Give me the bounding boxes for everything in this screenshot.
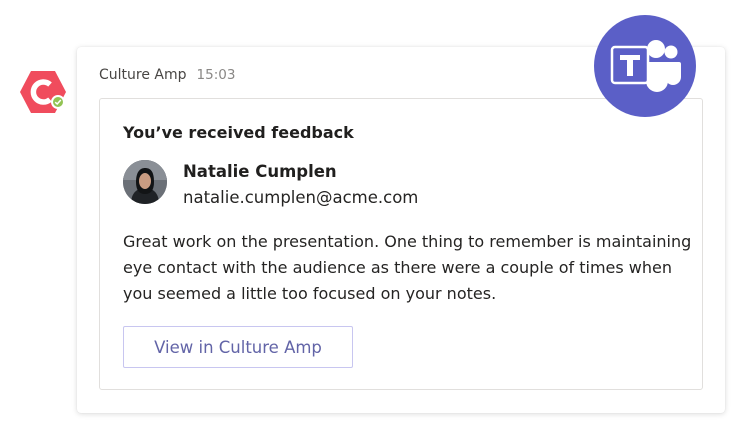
person-name: Natalie Cumplen <box>183 162 337 181</box>
message-timestamp: 15:03 <box>196 67 236 83</box>
message-header: Culture Amp 15:03 <box>99 67 235 83</box>
person-email: natalie.cumplen@acme.com <box>183 188 419 207</box>
feedback-text: Great work on the presentation. One thin… <box>123 232 692 303</box>
feedback-card: You’ve received feedback Natalie Cumplen… <box>99 98 703 390</box>
avatar <box>123 160 167 204</box>
view-in-culture-amp-button[interactable]: View in Culture Amp <box>123 326 353 368</box>
presence-available-icon <box>51 95 65 109</box>
microsoft-teams-logo-icon <box>594 15 696 117</box>
culture-amp-logo-icon[interactable] <box>19 68 67 116</box>
sender-name[interactable]: Culture Amp <box>99 67 187 83</box>
card-title: You’ve received feedback <box>123 123 354 142</box>
